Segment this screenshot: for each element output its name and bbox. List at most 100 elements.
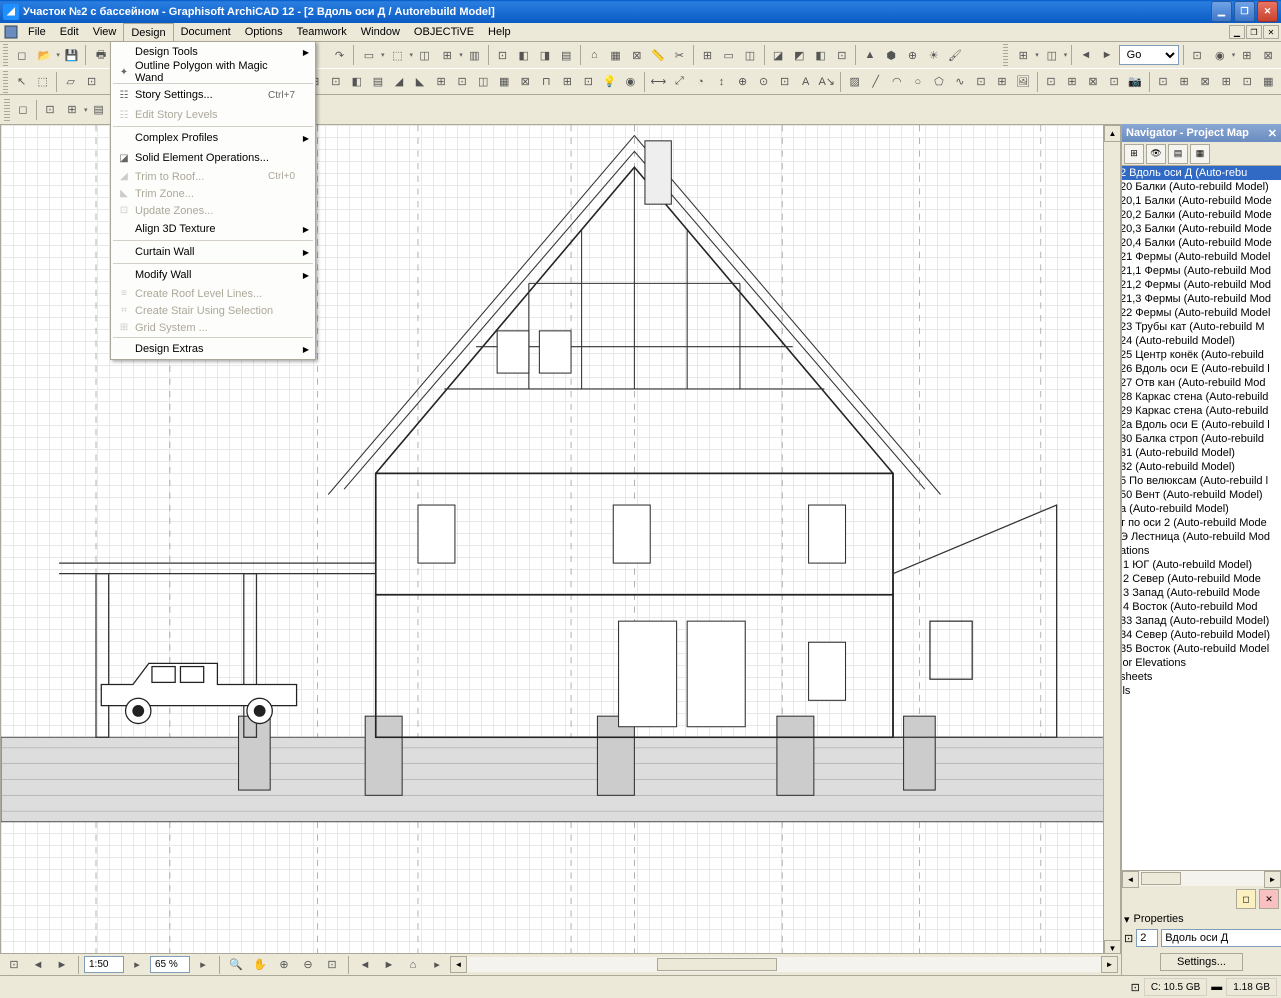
tool-icon[interactable]: ◧ (347, 71, 366, 93)
scroll-right-icon[interactable]: ► (1101, 956, 1118, 973)
close-button[interactable]: ✕ (1257, 1, 1278, 22)
tree-item[interactable]: 2 Вдоль оси Д (Auto-rebu (1122, 166, 1281, 180)
scroll-right-icon[interactable]: ► (1264, 871, 1281, 888)
tool-icon[interactable]: ⊕ (903, 44, 922, 66)
tool-icon[interactable]: ⊠ (1259, 44, 1278, 66)
tool-icon[interactable]: ▲ (860, 44, 879, 66)
arc-icon[interactable]: ◠ (887, 71, 906, 93)
scroll-up-icon[interactable]: ▲ (1104, 125, 1121, 142)
tool-icon[interactable]: ▥ (465, 44, 484, 66)
restore-button[interactable]: ❐ (1234, 1, 1255, 22)
tool-icon[interactable]: ⊡ (1238, 71, 1257, 93)
tree-item[interactable]: 20,2 Балки (Auto-rebuild Mode (1122, 208, 1281, 222)
poly-icon[interactable]: ⬠ (929, 71, 948, 93)
marquee-icon[interactable]: ⬚ (33, 71, 52, 93)
caret-icon[interactable]: ▸ (126, 954, 148, 976)
dim-icon[interactable]: ⟷ (649, 71, 668, 93)
new-icon[interactable]: ◻ (12, 44, 31, 66)
dd-design-extras[interactable]: Design Extras▶ (111, 339, 315, 359)
tool-icon[interactable]: ▤ (88, 99, 110, 121)
tool-icon[interactable]: ⊡ (1154, 71, 1173, 93)
menu-edit[interactable]: Edit (53, 23, 86, 41)
navigator-title[interactable]: Navigator - Project Map ✕ (1122, 124, 1281, 142)
navigator-tree[interactable]: 2 Вдоль оси Д (Auto-rebu20 Балки (Auto-r… (1122, 166, 1281, 870)
tool-icon[interactable]: ◫ (740, 44, 759, 66)
tool-icon[interactable]: ⊡ (1041, 71, 1060, 93)
tool-icon[interactable]: ⊞ (992, 71, 1011, 93)
tree-item[interactable]: 32 (Auto-rebuild Model) (1122, 460, 1281, 474)
tool-icon[interactable]: ⊡ (832, 44, 851, 66)
tree-item[interactable]: 50 Вент (Auto-rebuild Model) (1122, 488, 1281, 502)
tree-item[interactable]: 35 Восток (Auto-rebuild Model (1122, 642, 1281, 656)
wall-icon[interactable]: ▱ (61, 71, 80, 93)
zoom-field[interactable]: 65 % (150, 956, 190, 973)
tool-icon[interactable]: ⊞ (1062, 71, 1081, 93)
dd-modify-wall[interactable]: Modify Wall▶ (111, 265, 315, 285)
forward-icon[interactable]: ► (1097, 44, 1116, 66)
tree-item[interactable]: 33 Запад (Auto-rebuild Model) (1122, 614, 1281, 628)
roof-icon[interactable]: ◢ (389, 71, 408, 93)
tool-icon[interactable]: ◣ (410, 71, 429, 93)
tool-icon[interactable]: ⤢ (670, 71, 689, 93)
menu-view[interactable]: View (86, 23, 124, 41)
tree-item[interactable]: sheets (1122, 670, 1281, 684)
dd-complex-profiles[interactable]: Complex Profiles▶ (111, 128, 315, 148)
tree-item[interactable]: т по оси 2 (Auto-rebuild Mode (1122, 516, 1281, 530)
paint-icon[interactable]: 🖌 (945, 44, 964, 66)
tree-item[interactable]: 20 Балки (Auto-rebuild Model) (1122, 180, 1281, 194)
tool-icon[interactable]: ◧ (811, 44, 830, 66)
tool-icon[interactable]: ⊞ (1237, 44, 1256, 66)
measure-icon[interactable]: 📏 (648, 44, 667, 66)
menu-teamwork[interactable]: Teamwork (290, 23, 354, 41)
menu-file[interactable]: File (21, 23, 53, 41)
text-icon[interactable]: A (796, 71, 815, 93)
tree-item[interactable]: ,4 Восток (Auto-rebuild Mod (1122, 600, 1281, 614)
tool-icon[interactable]: ◻ (12, 99, 34, 121)
tool-icon[interactable]: ⊡ (1105, 71, 1124, 93)
arrow-icon[interactable]: ↖ (12, 71, 31, 93)
tool-icon[interactable]: ⊡ (39, 99, 61, 121)
tool-icon[interactable]: ⊠ (1196, 71, 1215, 93)
tree-item[interactable]: 23 Трубы кат (Auto-rebuild M (1122, 320, 1281, 334)
caret-icon[interactable]: ▸ (192, 954, 214, 976)
tool-icon[interactable]: ⊕ (733, 71, 752, 93)
navigator-close-icon[interactable]: ✕ (1268, 127, 1277, 140)
tree-item[interactable]: 30 Балка строп (Auto-rebuild (1122, 432, 1281, 446)
tree-item[interactable]: 20,1 Балки (Auto-rebuild Mode (1122, 194, 1281, 208)
tree-item[interactable]: 24 (Auto-rebuild Model) (1122, 334, 1281, 348)
zoom-in-icon[interactable]: ⊕ (273, 954, 295, 976)
scrollbar-horizontal[interactable] (467, 957, 1101, 972)
tool-icon[interactable]: ◪ (768, 44, 787, 66)
tool-icon[interactable]: ▦ (606, 44, 625, 66)
tree-item[interactable]: 25 Центр конёк (Auto-rebuild (1122, 348, 1281, 362)
tool-icon[interactable]: ⊡ (3, 954, 25, 976)
tool-icon[interactable]: ⊡ (971, 71, 990, 93)
image-icon[interactable]: 🖼 (1014, 71, 1033, 93)
nav-publisher-icon[interactable]: ▦ (1190, 144, 1210, 164)
tool-icon[interactable]: ◫ (415, 44, 434, 66)
tree-item[interactable]: 31 (Auto-rebuild Model) (1122, 446, 1281, 460)
menu-help[interactable]: Help (481, 23, 518, 41)
tool-icon[interactable]: ⊡ (326, 71, 345, 93)
scrollbar-vertical[interactable]: ▲ ▼ (1103, 125, 1120, 957)
dd-story-settings[interactable]: ☷Story Settings...Ctrl+7 (111, 85, 315, 105)
tool-icon[interactable]: ⊠ (1084, 71, 1103, 93)
nav-view-icon[interactable]: 👁 (1146, 144, 1166, 164)
tool-icon[interactable]: ↕ (712, 71, 731, 93)
scroll-left-icon[interactable]: ◄ (1122, 871, 1139, 888)
tool-icon[interactable]: ◧ (514, 44, 533, 66)
camera-icon[interactable]: 📷 (1126, 71, 1145, 93)
prev-icon[interactable]: ◄ (354, 954, 376, 976)
tool-icon[interactable]: ► (51, 954, 73, 976)
cut-icon[interactable]: ✂ (670, 44, 689, 66)
tool-icon[interactable]: ◫ (1041, 44, 1063, 66)
tool-icon[interactable]: ◉ (621, 71, 640, 93)
tree-item[interactable]: 2а Вдоль оси Е (Auto-rebuild l (1122, 418, 1281, 432)
menu-options[interactable]: Options (238, 23, 290, 41)
tool-icon[interactable]: ⊡ (579, 71, 598, 93)
door-icon[interactable]: ⊓ (537, 71, 556, 93)
tree-item[interactable]: 20,3 Балки (Auto-rebuild Mode (1122, 222, 1281, 236)
toolbar-grip[interactable] (4, 99, 10, 121)
tree-item[interactable]: 21,2 Фермы (Auto-rebuild Mod (1122, 278, 1281, 292)
tool-icon[interactable]: ▭ (719, 44, 738, 66)
